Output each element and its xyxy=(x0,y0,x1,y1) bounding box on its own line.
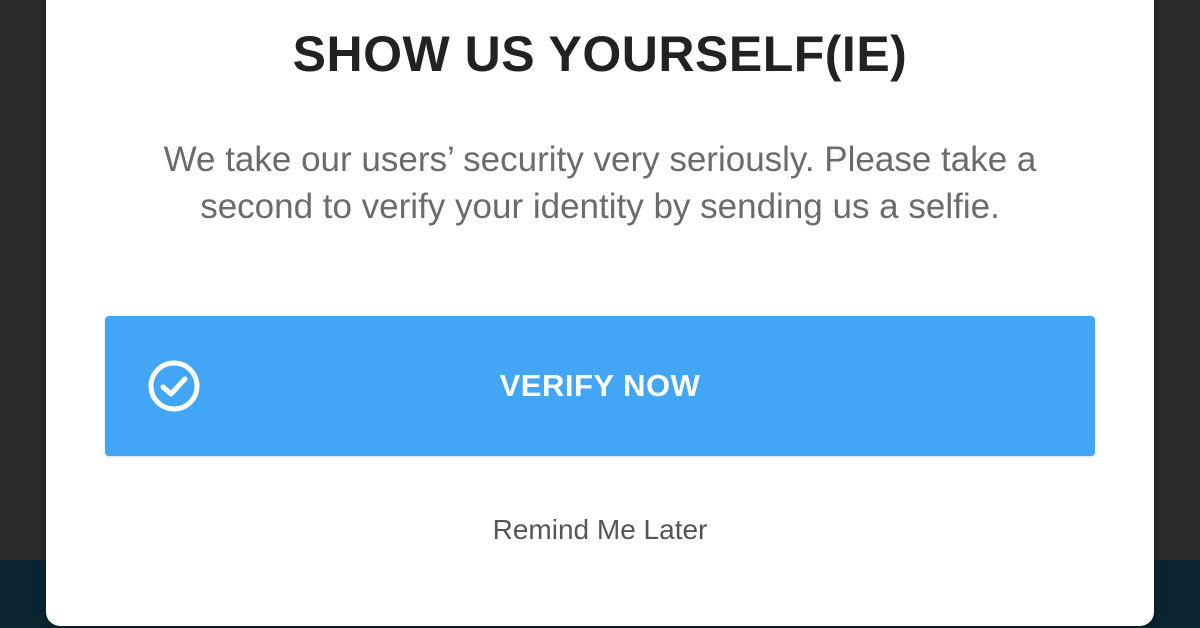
verify-now-button[interactable]: VERIFY NOW xyxy=(105,316,1095,456)
dialog-message: We take our users’ security very serious… xyxy=(163,140,1037,226)
verification-dialog: SHOW US YOURSELF(IE) We take our users’ … xyxy=(46,0,1154,626)
verify-now-label: VERIFY NOW xyxy=(499,368,701,403)
remind-me-later-link[interactable]: Remind Me Later xyxy=(400,508,800,552)
dialog-title: SHOW US YOURSELF(IE) xyxy=(292,26,908,82)
